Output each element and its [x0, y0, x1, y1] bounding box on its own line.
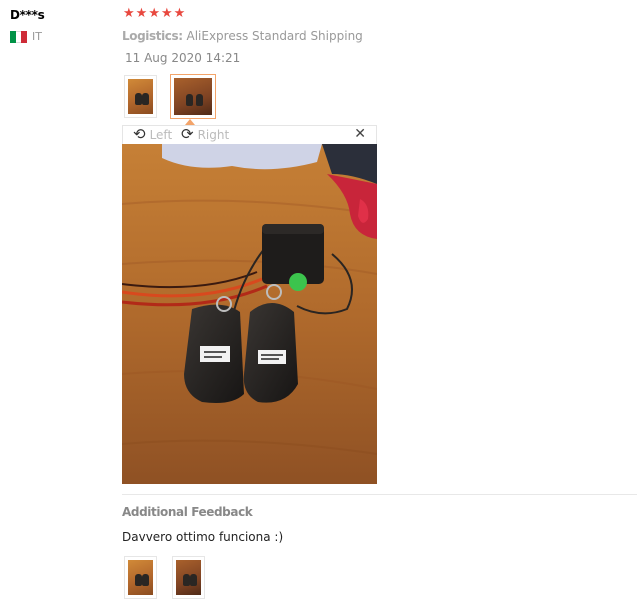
italy-flag-icon: [10, 30, 28, 43]
logistics-value: AliExpress Standard Shipping: [186, 29, 363, 43]
review-photo-enlarged: [122, 144, 377, 484]
star-icon: ★: [160, 6, 173, 21]
country-code: IT: [32, 30, 42, 43]
section-divider: [122, 494, 637, 495]
star-rating: ★ ★ ★ ★ ★: [123, 6, 185, 21]
logistics-label: Logistics:: [122, 29, 183, 43]
star-icon: ★: [123, 6, 135, 21]
additional-photo-thumbnail[interactable]: [172, 556, 205, 599]
star-icon: ★: [135, 6, 148, 21]
star-icon: ★: [173, 6, 186, 21]
rotate-left-button[interactable]: ⟲ Left: [133, 127, 172, 142]
review-photo-thumbnail-selected[interactable]: [170, 74, 216, 119]
logistics-info: Logistics: AliExpress Standard Shipping: [122, 29, 363, 43]
additional-feedback-title: Additional Feedback: [122, 505, 253, 519]
photo-illustration: [122, 144, 377, 484]
rotate-left-icon: ⟲: [133, 125, 146, 143]
review-photo-thumbnail[interactable]: [124, 75, 157, 118]
review-date: 11 Aug 2020 14:21: [125, 51, 241, 65]
photo-viewer-toolbar: ⟲ Left ⟳ Right ✕: [122, 125, 377, 144]
close-icon[interactable]: ✕: [354, 126, 366, 142]
additional-feedback-text: Davvero ottimo funciona :): [122, 530, 284, 544]
rotate-left-label: Left: [149, 127, 173, 142]
additional-photo-thumbnail[interactable]: [124, 556, 157, 599]
reviewer-name: D***s: [10, 8, 45, 22]
rotate-right-label: Right: [197, 127, 230, 142]
star-icon: ★: [148, 6, 160, 21]
reviewer-country: IT: [10, 30, 42, 43]
rotate-right-button[interactable]: ⟳ Right: [181, 127, 229, 142]
rotate-right-icon: ⟳: [181, 125, 194, 143]
